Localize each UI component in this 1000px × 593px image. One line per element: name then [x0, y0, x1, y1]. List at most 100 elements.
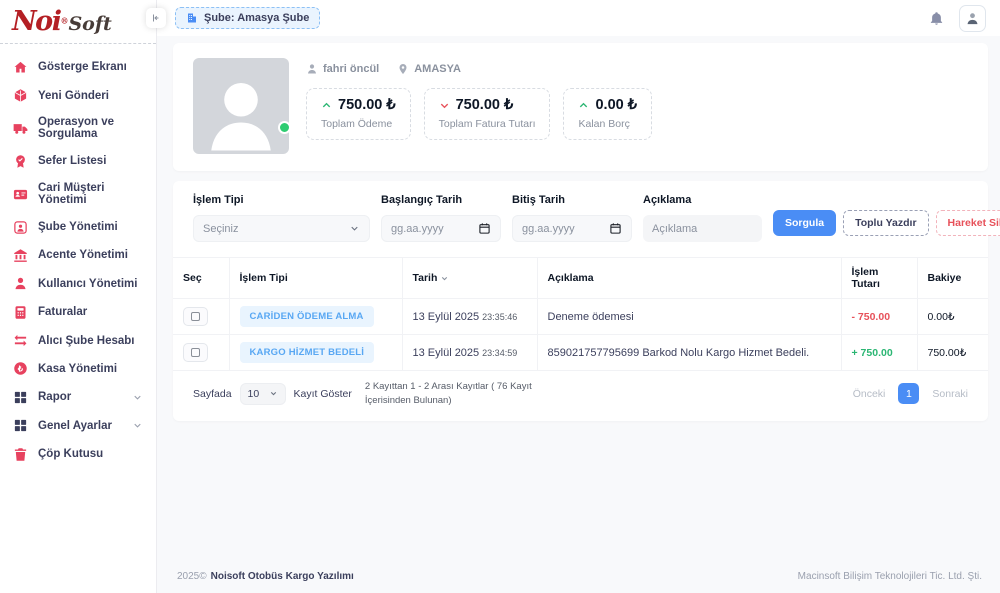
bank-icon: [13, 248, 28, 263]
truck-icon: [13, 121, 28, 136]
stat-toplam-fatura-tutari: 750.00 ₺ Toplam Fatura Tutarı: [424, 88, 551, 140]
transactions-panel: İşlem Tipi Seçiniz Başlangıç Tarih: [173, 181, 988, 421]
header-aciklama: Açıklama: [537, 258, 841, 299]
transaction-amount: + 750.00: [852, 347, 893, 359]
transaction-description: 859021757795699 Barkod Nolu Kargo Hizmet…: [548, 347, 810, 359]
filters-row: İşlem Tipi Seçiniz Başlangıç Tarih: [173, 181, 988, 257]
sidebar-item-label: Kullanıcı Yönetimi: [38, 278, 137, 290]
online-status-dot: [278, 121, 291, 134]
sort-chevron-icon: [440, 274, 449, 283]
islem-tipi-select[interactable]: Seçiniz: [193, 215, 370, 242]
sidebar-item-operasyon-ve-sorgulama[interactable]: Operasyon ve Sorgulama: [0, 110, 156, 147]
customer-profile-card: fahri öncül AMASYA 750.00 ₺: [173, 43, 988, 171]
chevron-down-icon: [349, 223, 360, 234]
row-checkbox[interactable]: [183, 343, 208, 362]
transaction-type-badge[interactable]: KARGO HİZMET BEDELİ: [240, 342, 375, 363]
trash-icon: [13, 447, 28, 462]
logo-area: Noi®Soft: [0, 0, 156, 44]
sidebar-item-label: Alıcı Şube Hesabı: [38, 335, 135, 347]
coin-icon: ₺: [13, 361, 28, 376]
sidebar: Noi®Soft Gösterge Ekranı Yeni Gönderi Op…: [0, 0, 157, 593]
sidebar-item-cari-musteri-yonetimi[interactable]: Cari Müşteri Yönetimi: [0, 176, 156, 213]
main-area: Şube: Amasya Şube: [157, 0, 1000, 593]
sidebar-item-label: Şube Yönetimi: [38, 221, 118, 233]
branch-chip-label: Şube: Amasya Şube: [204, 12, 309, 24]
transaction-type-badge[interactable]: CARİDEN ÖDEME ALMA: [240, 306, 374, 327]
sidebar-item-kasa-yonetimi[interactable]: ₺ Kasa Yönetimi: [0, 355, 156, 383]
aciklama-input[interactable]: [652, 223, 753, 235]
sidebar-item-acente-yonetimi[interactable]: Acente Yönetimi: [0, 241, 156, 269]
footer-left: 2025©Noisoft Otobüs Kargo Yazılımı: [177, 571, 354, 582]
sidebar-nav: Gösterge Ekranı Yeni Gönderi Operasyon v…: [0, 44, 156, 477]
footer-company: Macinsoft Bilişim Teknolojileri Tic. Ltd…: [798, 571, 982, 582]
header-tarih-label: Tarih: [413, 272, 438, 284]
brand-logo-secondary: Soft: [68, 13, 111, 35]
sidebar-item-label: Cari Müşteri Yönetimi: [38, 182, 143, 206]
sidebar-collapse-button[interactable]: [146, 8, 166, 28]
sidebar-item-alici-sube-hesabi[interactable]: Alıcı Şube Hesabı: [0, 326, 156, 354]
table-row: KARGO HİZMET BEDELİ 13 Eylül 202523:34:5…: [173, 335, 988, 371]
filter-label: Açıklama: [643, 194, 762, 206]
chevron-down-icon: [132, 392, 143, 403]
stat-label: Kalan Borç: [578, 118, 636, 130]
badge-check-icon: [13, 154, 28, 169]
collapse-arrow-icon: [150, 12, 162, 24]
sidebar-item-faturalar[interactable]: Faturalar: [0, 298, 156, 326]
header-bakiye: Bakiye: [917, 258, 988, 299]
per-page-prefix: Sayfada: [193, 388, 232, 400]
sidebar-item-sube-yonetimi[interactable]: Şube Yönetimi: [0, 213, 156, 241]
trend-down-icon: [439, 100, 450, 111]
stat-value: 750.00 ₺: [456, 97, 514, 113]
header-tarih-sortable[interactable]: Tarih: [402, 258, 537, 299]
pagination-bar: Sayfada 10 Kayıt Göster 2 Kayıttan 1 - 2…: [173, 371, 988, 421]
customer-name: fahri öncül: [323, 63, 379, 75]
filter-label: İşlem Tipi: [193, 194, 370, 206]
user-square-icon: [13, 220, 28, 235]
user-menu-button[interactable]: [959, 5, 986, 32]
toplu-yazdir-button[interactable]: Toplu Yazdır: [843, 210, 928, 236]
footer-app-name[interactable]: Noisoft Otobüs Kargo Yazılımı: [211, 571, 354, 582]
stat-value: 0.00 ₺: [595, 97, 636, 113]
stats-row: 750.00 ₺ Toplam Ödeme 750.00 ₺ Toplam Fa…: [306, 88, 968, 140]
header-sec: Seç: [173, 258, 229, 299]
customer-info: fahri öncül AMASYA 750.00 ₺: [306, 58, 968, 154]
sidebar-item-rapor[interactable]: Rapor: [0, 383, 156, 411]
bell-icon: [929, 11, 944, 26]
filter-label: Bitiş Tarih: [512, 194, 632, 206]
sidebar-item-gosterge-ekrani[interactable]: Gösterge Ekranı: [0, 53, 156, 81]
grid-icon: [13, 390, 28, 405]
per-page-select[interactable]: 10: [240, 383, 286, 405]
bitis-tarih-input[interactable]: [522, 223, 603, 235]
sidebar-item-yeni-gonderi[interactable]: Yeni Gönderi: [0, 81, 156, 109]
transaction-date: 13 Eylül 2025: [413, 311, 480, 323]
previous-page-button[interactable]: Önceki: [853, 388, 886, 400]
sidebar-item-label: Sefer Listesi: [38, 155, 106, 167]
sidebar-item-label: Yeni Gönderi: [38, 90, 109, 102]
filter-label: Başlangıç Tarih: [381, 194, 501, 206]
hareket-sil-button[interactable]: Hareket Sil: [936, 210, 1000, 236]
sidebar-item-sefer-listesi[interactable]: Sefer Listesi: [0, 147, 156, 175]
sidebar-item-kullanici-yonetimi[interactable]: Kullanıcı Yönetimi: [0, 270, 156, 298]
pagination-info: 2 Kayıttan 1 - 2 Arası Kayıtlar ( 76 Kay…: [365, 380, 575, 408]
transaction-balance: 0.00₺: [928, 311, 955, 323]
chevron-down-icon: [269, 389, 278, 398]
table-row: CARİDEN ÖDEME ALMA 13 Eylül 202523:35:46…: [173, 299, 988, 335]
filter-baslangic-tarih: Başlangıç Tarih: [381, 194, 501, 242]
sidebar-item-cop-kutusu[interactable]: Çöp Kutusu: [0, 440, 156, 468]
current-page-button[interactable]: 1: [898, 383, 919, 404]
branch-chip[interactable]: Şube: Amasya Şube: [175, 7, 320, 29]
app-root: Noi®Soft Gösterge Ekranı Yeni Gönderi Op…: [0, 0, 1000, 593]
notifications-button[interactable]: [929, 11, 944, 26]
sorgula-button[interactable]: Sorgula: [773, 210, 836, 236]
brand-logo[interactable]: Noi®Soft: [12, 6, 112, 37]
person-icon: [306, 63, 318, 75]
row-checkbox[interactable]: [183, 307, 208, 326]
stat-toplam-odeme: 750.00 ₺ Toplam Ödeme: [306, 88, 411, 140]
filter-buttons: Sorgula Toplu Yazdır Hareket Sil: [773, 194, 1000, 242]
next-page-button[interactable]: Sonraki: [932, 388, 968, 400]
calendar-icon[interactable]: [478, 222, 491, 235]
per-page-suffix: Kayıt Göster: [294, 388, 352, 400]
calendar-icon[interactable]: [609, 222, 622, 235]
baslangic-tarih-input[interactable]: [391, 223, 472, 235]
sidebar-item-genel-ayarlar[interactable]: Genel Ayarlar: [0, 412, 156, 440]
